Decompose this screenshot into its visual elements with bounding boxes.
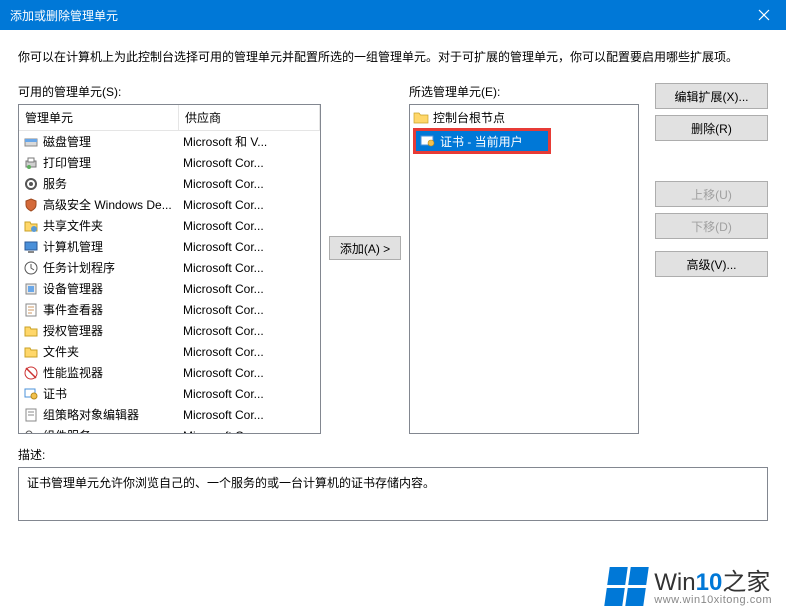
description-text: 证书管理单元允许你浏览自己的、一个服务的或一台计算机的证书存储内容。	[27, 476, 435, 490]
list-item[interactable]: 事件查看器Microsoft Cor...	[19, 299, 320, 320]
close-button[interactable]	[741, 0, 786, 30]
gear-icon	[23, 176, 39, 192]
item-vendor: Microsoft Cor...	[183, 345, 316, 359]
item-vendor: Microsoft 和 V...	[183, 133, 316, 150]
windows-logo-icon	[605, 567, 649, 606]
folder-icon	[23, 344, 39, 360]
list-item[interactable]: 授权管理器Microsoft Cor...	[19, 320, 320, 341]
item-name: 文件夹	[43, 343, 183, 360]
tree-root-label: 控制台根节点	[433, 109, 505, 126]
close-icon	[758, 9, 770, 21]
description-label: 描述:	[18, 446, 768, 463]
item-vendor: Microsoft Cor...	[183, 177, 316, 191]
list-item[interactable]: 计算机管理Microsoft Cor...	[19, 236, 320, 257]
edit-extensions-button[interactable]: 编辑扩展(X)...	[655, 83, 768, 109]
item-name: 授权管理器	[43, 322, 183, 339]
selected-tree[interactable]: 控制台根节点 证书 - 当前用户	[409, 104, 639, 434]
list-item[interactable]: 任务计划程序Microsoft Cor...	[19, 257, 320, 278]
comp-svc-icon	[23, 428, 39, 434]
folder-icon	[413, 110, 429, 124]
list-item[interactable]: 高级安全 Windows De...Microsoft Cor...	[19, 194, 320, 215]
computer-icon	[23, 239, 39, 255]
perf-icon	[23, 365, 39, 381]
list-item[interactable]: 打印管理Microsoft Cor...	[19, 152, 320, 173]
highlighted-selection: 证书 - 当前用户	[413, 128, 551, 154]
selected-label: 所选管理单元(E):	[409, 83, 639, 100]
list-item[interactable]: 组件服务Microsoft Cor...	[19, 425, 320, 433]
list-item[interactable]: 组策略对象编辑器Microsoft Cor...	[19, 404, 320, 425]
item-name: 性能监视器	[43, 364, 183, 381]
item-vendor: Microsoft Cor...	[183, 261, 316, 275]
dialog-description: 你可以在计算机上为此控制台选择可用的管理单元并配置所选的一组管理单元。对于可扩展…	[18, 48, 768, 65]
item-name: 计算机管理	[43, 238, 183, 255]
header-vendor[interactable]: 供应商	[179, 105, 320, 130]
item-name: 高级安全 Windows De...	[43, 196, 183, 213]
add-button[interactable]: 添加(A) >	[329, 236, 401, 260]
list-item[interactable]: 性能监视器Microsoft Cor...	[19, 362, 320, 383]
certificate-icon	[420, 134, 436, 148]
policy-icon	[23, 407, 39, 423]
list-header[interactable]: 管理单元 供应商	[19, 105, 320, 131]
dialog-content: 你可以在计算机上为此控制台选择可用的管理单元并配置所选的一组管理单元。对于可扩展…	[0, 30, 786, 533]
shield-icon	[23, 197, 39, 213]
advanced-button[interactable]: 高级(V)...	[655, 251, 768, 277]
list-item[interactable]: 共享文件夹Microsoft Cor...	[19, 215, 320, 236]
item-name: 证书	[43, 385, 183, 402]
print-icon	[23, 155, 39, 171]
list-item[interactable]: 磁盘管理Microsoft 和 V...	[19, 131, 320, 152]
move-up-button[interactable]: 上移(U)	[655, 181, 768, 207]
device-icon	[23, 281, 39, 297]
available-label: 可用的管理单元(S):	[18, 83, 321, 100]
auth-icon	[23, 323, 39, 339]
item-name: 服务	[43, 175, 183, 192]
item-vendor: Microsoft Cor...	[183, 408, 316, 422]
list-item[interactable]: 设备管理器Microsoft Cor...	[19, 278, 320, 299]
item-name: 组策略对象编辑器	[43, 406, 183, 423]
list-item[interactable]: 服务Microsoft Cor...	[19, 173, 320, 194]
item-name: 磁盘管理	[43, 133, 183, 150]
item-name: 任务计划程序	[43, 259, 183, 276]
remove-button[interactable]: 删除(R)	[655, 115, 768, 141]
item-name: 设备管理器	[43, 280, 183, 297]
item-name: 共享文件夹	[43, 217, 183, 234]
item-name: 事件查看器	[43, 301, 183, 318]
available-list[interactable]: 管理单元 供应商 磁盘管理Microsoft 和 V...打印管理Microso…	[18, 104, 321, 434]
disk-icon	[23, 134, 39, 150]
item-vendor: Microsoft Cor...	[183, 240, 316, 254]
folder-share-icon	[23, 218, 39, 234]
item-vendor: Microsoft Cor...	[183, 303, 316, 317]
tree-child-node[interactable]: 证书 - 当前用户	[416, 131, 548, 151]
item-vendor: Microsoft Cor...	[183, 324, 316, 338]
clock-icon	[23, 260, 39, 276]
watermark-url: www.win10xitong.com	[654, 595, 772, 606]
header-name[interactable]: 管理单元	[19, 105, 179, 130]
description-box: 证书管理单元允许你浏览自己的、一个服务的或一台计算机的证书存储内容。	[18, 467, 768, 521]
item-vendor: Microsoft Cor...	[183, 366, 316, 380]
list-item[interactable]: 证书Microsoft Cor...	[19, 383, 320, 404]
item-vendor: Microsoft Cor...	[183, 198, 316, 212]
watermark: Win10之家 www.win10xitong.com	[607, 567, 772, 606]
titlebar: 添加或删除管理单元	[0, 0, 786, 30]
item-vendor: Microsoft Cor...	[183, 387, 316, 401]
item-vendor: Microsoft Cor...	[183, 219, 316, 233]
move-down-button[interactable]: 下移(D)	[655, 213, 768, 239]
window-title: 添加或删除管理单元	[10, 7, 118, 24]
tree-root-node[interactable]: 控制台根节点	[413, 108, 635, 126]
item-name: 打印管理	[43, 154, 183, 171]
item-vendor: Microsoft Cor...	[183, 282, 316, 296]
event-icon	[23, 302, 39, 318]
item-vendor: Microsoft Cor...	[183, 429, 316, 434]
watermark-brand: Win10之家	[654, 571, 772, 595]
tree-child-label: 证书 - 当前用户	[440, 133, 523, 150]
item-vendor: Microsoft Cor...	[183, 156, 316, 170]
cert-icon	[23, 386, 39, 402]
list-item[interactable]: 文件夹Microsoft Cor...	[19, 341, 320, 362]
item-name: 组件服务	[43, 427, 183, 433]
